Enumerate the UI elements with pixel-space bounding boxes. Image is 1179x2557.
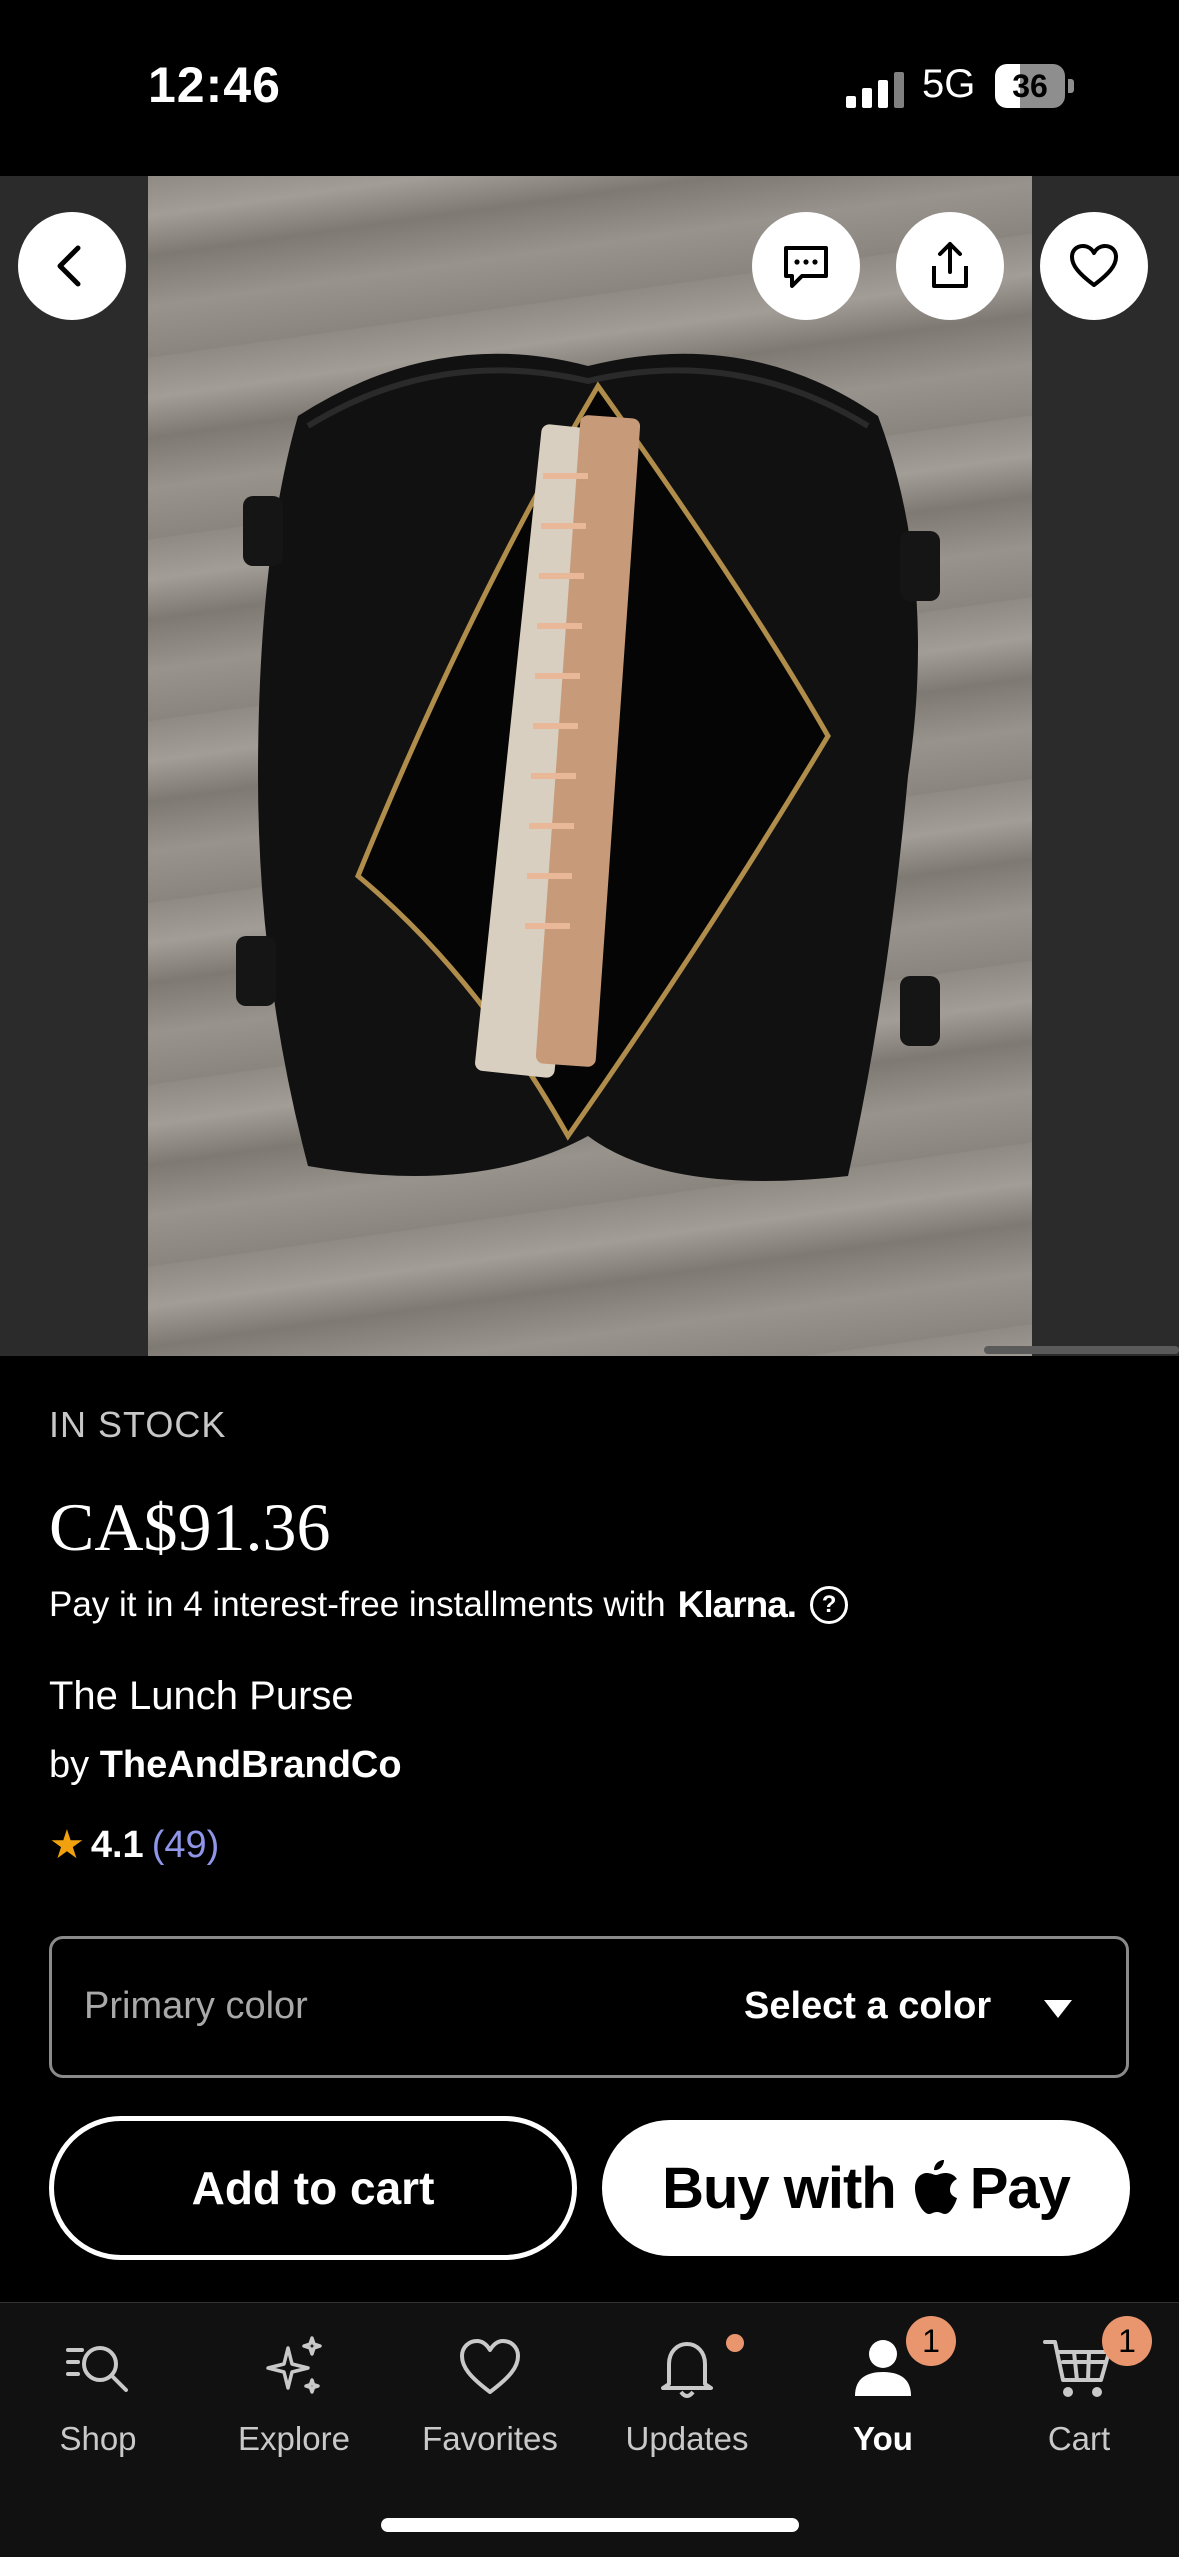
home-indicator (381, 2518, 799, 2532)
you-badge: 1 (906, 2316, 956, 2366)
installments-text: Pay it in 4 interest-free installments w… (49, 1585, 666, 1624)
share-button[interactable] (896, 212, 1004, 320)
stock-status: IN STOCK (49, 1404, 227, 1445)
bell-icon (661, 2342, 713, 2398)
installments-info: Pay it in 4 interest-free installments w… (49, 1584, 849, 1626)
tab-label: Favorites (422, 2420, 558, 2457)
tab-updates[interactable]: Updates (589, 2320, 785, 2480)
heart-icon (1070, 244, 1118, 287)
heart-icon (460, 2339, 520, 2394)
chat-icon (784, 246, 828, 288)
message-seller-button[interactable] (752, 212, 860, 320)
tab-shop[interactable]: Shop (0, 2320, 196, 2480)
product-price: CA$91.36 (49, 1489, 331, 1565)
shop-byline: by TheAndBrandCo (49, 1744, 402, 1787)
share-icon (932, 242, 968, 288)
product-photo[interactable] (148, 176, 1032, 1356)
tab-label: Shop (59, 2420, 137, 2457)
battery-percent: 36 (1012, 68, 1048, 104)
star-icon: ★ (49, 1823, 85, 1867)
back-button[interactable] (18, 212, 126, 320)
cart-badge: 1 (1102, 2316, 1152, 2366)
signal-icon (846, 68, 904, 108)
product-title: The Lunch Purse (49, 1674, 354, 1718)
review-count-link[interactable]: (49) (152, 1824, 220, 1867)
favorite-button[interactable] (1040, 212, 1148, 320)
sparkle-icon (266, 2336, 322, 2394)
caret-down-icon[interactable] (1044, 2000, 1072, 2018)
buy-with-label: Buy with (662, 2155, 897, 2221)
color-select-value[interactable]: Select a color (744, 1985, 991, 2028)
battery-icon: 36 (995, 64, 1075, 108)
image-scroll-indicator (984, 1346, 1179, 1354)
pay-label: Pay (969, 2155, 1071, 2221)
by-prefix: by (49, 1744, 90, 1786)
apple-pay-button[interactable]: Buy with Pay (602, 2120, 1130, 2256)
tab-favorites[interactable]: Favorites (392, 2320, 588, 2480)
chevron-left-icon (57, 245, 81, 287)
updates-dot (726, 2334, 744, 2352)
apple-logo-icon (914, 2160, 957, 2214)
network-type: 5G (922, 62, 976, 106)
tab-explore[interactable]: Explore (196, 2320, 392, 2480)
status-time: 12:46 (148, 57, 281, 113)
tab-label: You (853, 2420, 913, 2457)
klarna-logo: Klarna. (677, 1584, 797, 1625)
tab-label: Updates (625, 2420, 749, 2457)
product-rating[interactable]: ★ 4.1 (49) (49, 1822, 219, 1868)
tab-label: Cart (1047, 2420, 1111, 2457)
tab-label: Explore (238, 2420, 350, 2457)
rating-value: 4.1 (90, 1823, 144, 1866)
color-select-label: Primary color (84, 1985, 308, 2027)
add-to-cart-button[interactable]: Add to cart (49, 2116, 577, 2260)
search-icon (66, 2346, 128, 2392)
help-icon[interactable]: ? (810, 1586, 849, 1624)
shop-name-link[interactable]: TheAndBrandCo (100, 1744, 402, 1786)
